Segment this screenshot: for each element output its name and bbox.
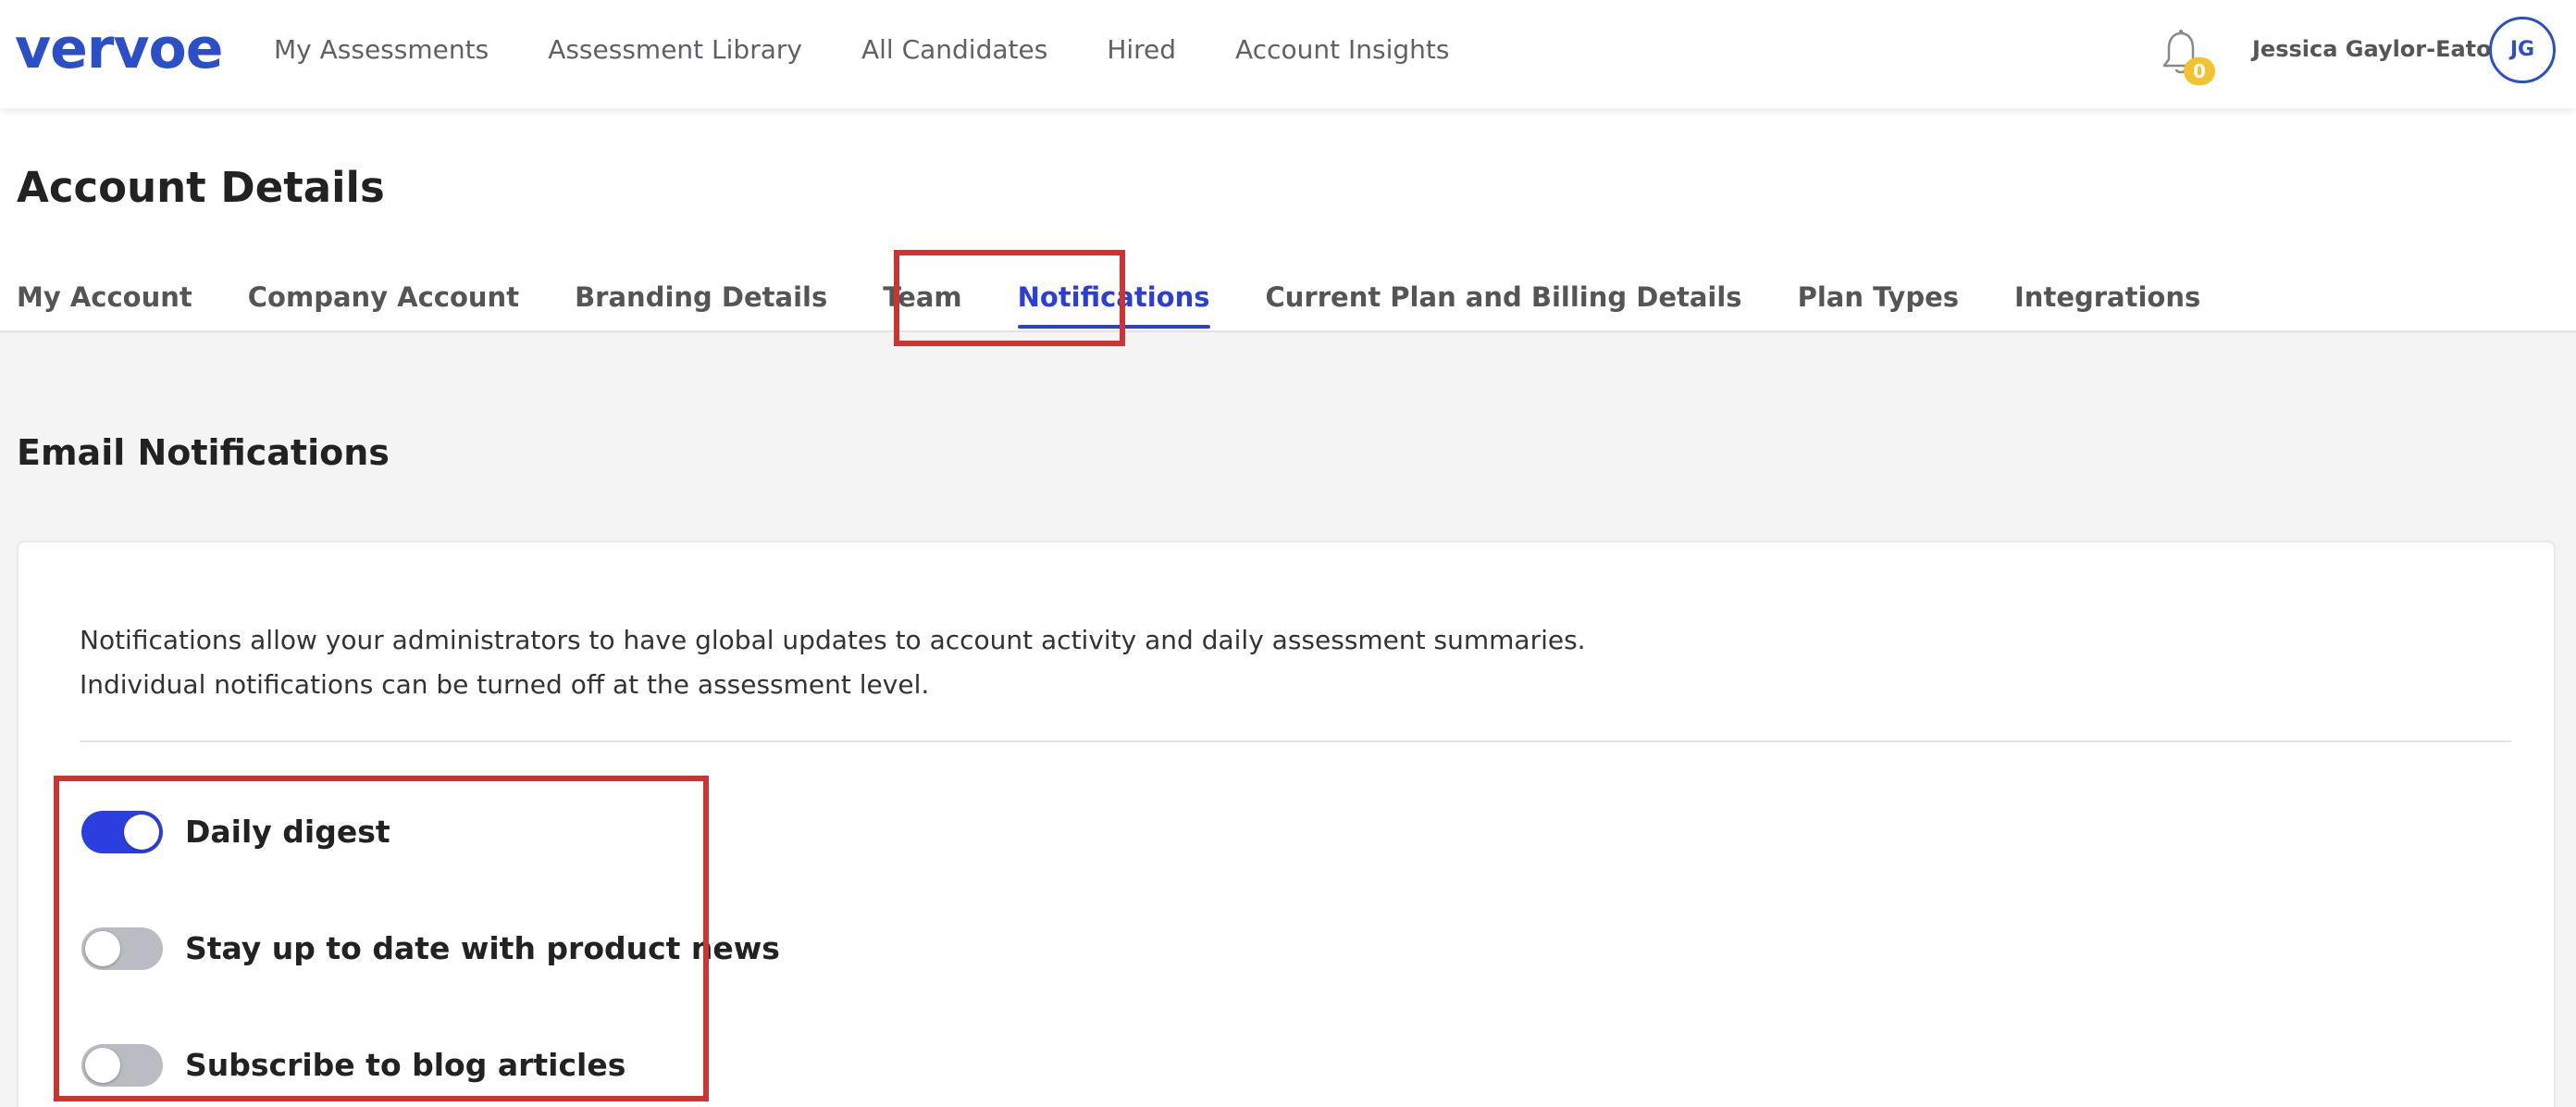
annotation-box-notifications-tab [894, 250, 1125, 346]
tab-branding-details[interactable]: Branding Details [575, 279, 827, 316]
account-tabs: My Account Company Account Branding Deta… [17, 279, 2256, 329]
tab-company-account[interactable]: Company Account [248, 279, 519, 316]
nav-link-all-candidates[interactable]: All Candidates [861, 31, 1047, 68]
nav-link-hired[interactable]: Hired [1107, 31, 1176, 68]
divider [80, 740, 2511, 742]
nav-link-my-assessments[interactable]: My Assessments [274, 31, 489, 68]
notifications-description: Notifications allow your administrators … [80, 618, 1586, 707]
vervoe-logo[interactable]: vervoe [15, 17, 223, 81]
page-title: Account Details [17, 163, 385, 212]
description-line-2: Individual notifications can be turned o… [80, 669, 930, 700]
tab-current-plan-billing[interactable]: Current Plan and Billing Details [1266, 279, 1742, 316]
user-avatar[interactable]: JG [2489, 17, 2556, 83]
section-title: Email Notifications [17, 432, 390, 473]
main-nav-links: My Assessments Assessment Library All Ca… [274, 31, 1508, 68]
tab-integrations[interactable]: Integrations [2014, 279, 2200, 316]
annotation-box-toggles [54, 776, 709, 1101]
tab-plan-types[interactable]: Plan Types [1798, 279, 1959, 316]
top-navigation: vervoe My Assessments Assessment Library… [0, 0, 2576, 108]
nav-link-assessment-library[interactable]: Assessment Library [548, 31, 802, 68]
notification-count-badge: 0 [2184, 57, 2215, 85]
user-name[interactable]: Jessica Gaylor-Eaton [2252, 33, 2508, 65]
account-details-header: Account Details My Account Company Accou… [0, 108, 2576, 332]
nav-link-account-insights[interactable]: Account Insights [1235, 31, 1449, 68]
description-line-1: Notifications allow your administrators … [80, 625, 1586, 655]
tab-my-account[interactable]: My Account [17, 279, 192, 316]
